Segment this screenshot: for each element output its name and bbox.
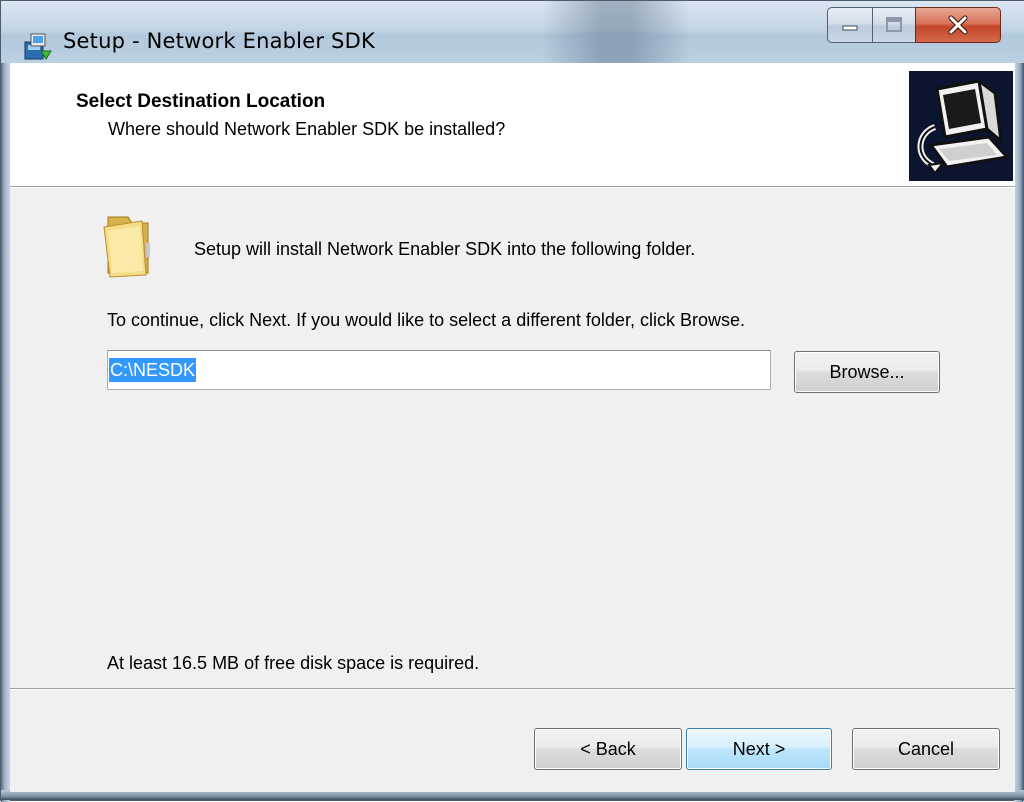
page-title: Select Destination Location (76, 91, 326, 112)
minimize-button[interactable] (827, 7, 873, 43)
folder-icon (103, 216, 150, 278)
window-frame-left[interactable] (1, 61, 10, 802)
computer-install-icon (909, 71, 1013, 181)
window-title: Setup - Network Enabler SDK (63, 29, 375, 53)
disk-space-requirement: At least 16.5 MB of free disk space is r… (107, 653, 480, 673)
browse-button[interactable]: Browse... (794, 351, 940, 393)
close-icon (948, 15, 968, 35)
footer-separator (10, 688, 1015, 690)
destination-path-value: C:\NESDK (109, 358, 197, 382)
minimize-icon (842, 25, 858, 31)
window-controls (819, 7, 1014, 45)
next-button[interactable]: Next > (686, 728, 832, 770)
back-button[interactable]: < Back (534, 728, 682, 770)
maximize-button[interactable] (872, 7, 916, 43)
window-frame-right[interactable] (1014, 61, 1023, 802)
page-subtitle: Where should Network Enabler SDK be inst… (108, 119, 506, 139)
setup-window: Setup - Network Enabler SDK Select Desti… (0, 0, 1024, 802)
install-intro-text: Setup will install Network Enabler SDK i… (194, 239, 696, 259)
wizard-header: Select Destination Location Where should… (10, 63, 1015, 188)
cancel-button[interactable]: Cancel (852, 728, 1000, 770)
installer-icon (24, 33, 52, 60)
wizard-client-area: Select Destination Location Where should… (10, 63, 1015, 792)
continue-instructions: To continue, click Next. If you would li… (107, 310, 745, 330)
title-bar[interactable]: Setup - Network Enabler SDK (1, 1, 1024, 63)
title-bar-glow (541, 1, 691, 63)
close-button[interactable] (915, 7, 1001, 43)
destination-path-input[interactable]: C:\NESDK (107, 350, 771, 390)
maximize-icon (886, 17, 902, 32)
